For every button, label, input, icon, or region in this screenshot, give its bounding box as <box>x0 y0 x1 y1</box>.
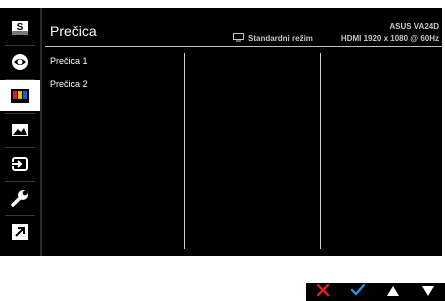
close-icon <box>317 283 330 301</box>
sidebar-item-shortcut[interactable] <box>0 216 40 247</box>
navigation-bar <box>306 283 445 301</box>
sidebar-item-image[interactable] <box>0 114 40 145</box>
svg-text:S: S <box>17 22 24 33</box>
eye-care-icon <box>11 53 29 71</box>
sidebar: S <box>0 8 40 256</box>
sidebar-item-color[interactable] <box>0 80 40 111</box>
column-divider <box>320 53 321 249</box>
sidebar-item-eye-care[interactable] <box>0 46 40 77</box>
down-button[interactable] <box>410 283 445 301</box>
up-button[interactable] <box>376 283 411 301</box>
close-button[interactable] <box>306 283 341 301</box>
menu-item-shortcut-1[interactable]: Prečica 1 <box>50 56 88 66</box>
down-icon <box>421 283 434 301</box>
signal-info: HDMI 1920 x 1080 @ 60Hz <box>340 34 439 43</box>
osd-menu: S Prečica Standardni režim ASUS VA24D HD… <box>0 8 442 256</box>
page-title: Prečica <box>50 23 97 39</box>
sidebar-item-system-setup[interactable] <box>0 182 40 213</box>
mode-indicator: Standardni režim <box>233 33 313 44</box>
sidebar-edge <box>40 8 42 256</box>
model-info: ASUS VA24D HDMI 1920 x 1080 @ 60Hz <box>341 21 439 45</box>
header-divider <box>45 46 442 47</box>
check-icon <box>350 283 366 301</box>
mode-label: Standardni režim <box>248 34 313 43</box>
column-divider <box>184 53 185 249</box>
monitor-icon <box>233 33 244 44</box>
confirm-button[interactable] <box>341 283 376 301</box>
shortcut-icon <box>11 223 29 241</box>
system-setup-icon <box>11 189 29 207</box>
model-name: ASUS VA24D <box>389 22 439 31</box>
sidebar-item-input-select[interactable] <box>0 148 40 179</box>
sidebar-item-splendid[interactable]: S <box>0 12 40 43</box>
up-icon <box>386 283 399 301</box>
image-icon <box>11 121 29 139</box>
input-select-icon <box>11 155 29 173</box>
menu-item-shortcut-2[interactable]: Prečica 2 <box>50 79 88 89</box>
color-icon <box>11 87 29 105</box>
splendid-icon: S <box>11 19 29 37</box>
